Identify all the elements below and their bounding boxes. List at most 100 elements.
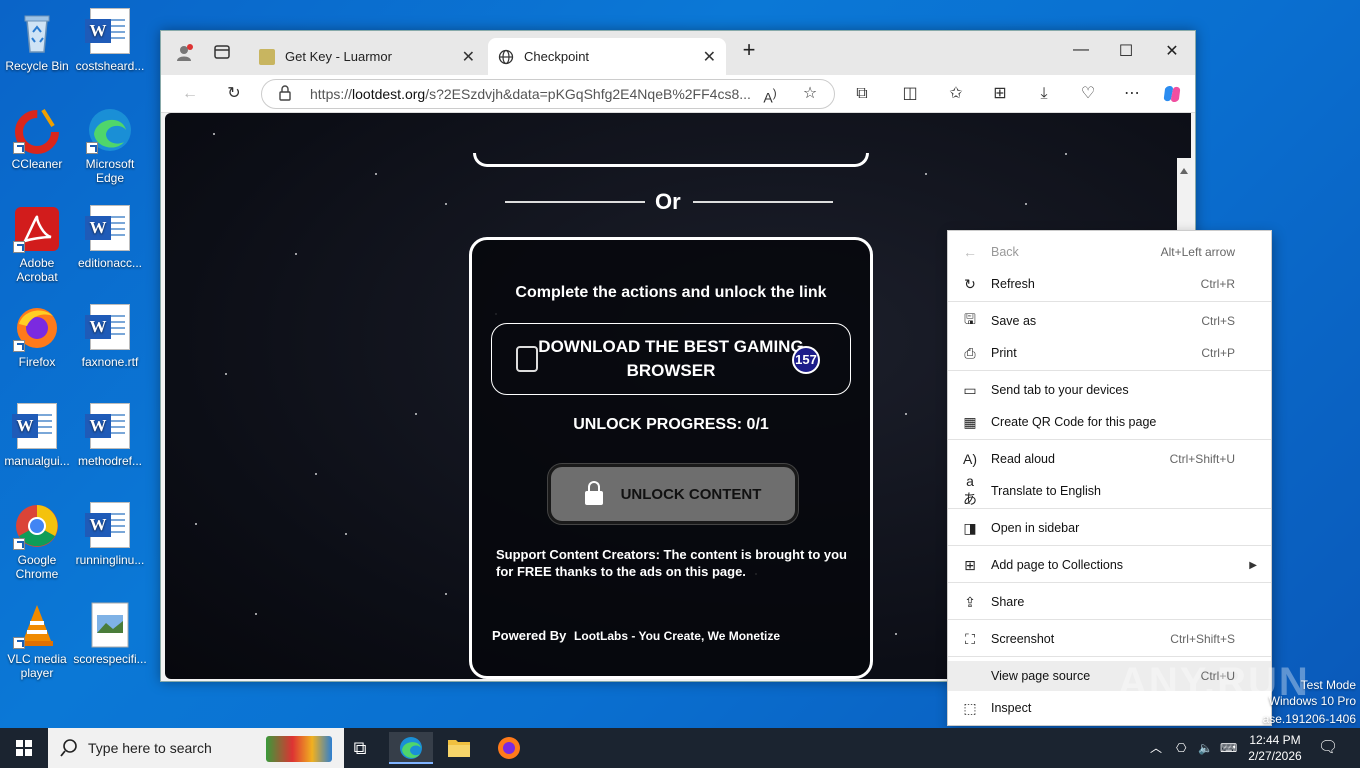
desktop-icon-scorespecifi[interactable]: scorespecifi... [73,601,147,666]
tab-actions-icon[interactable] [211,43,233,65]
menu-item-label: Back [991,245,1019,259]
new-tab-button[interactable]: + [739,37,759,63]
browser-toolbar: ← ↻ https://lootdest.org/s?2ESzdvjh&data… [161,75,1195,113]
menu-item-label: Read aloud [991,452,1055,466]
sidebar-icon: ◨ [963,519,977,536]
more-options-icon[interactable]: ⋯ [1121,83,1143,105]
menu-item-translate[interactable]: aあ Translate to English [948,473,1271,507]
shortcut-arrow-icon [86,142,98,154]
unlock-content-button[interactable]: UNLOCK CONTENT [548,464,798,524]
maximize-button[interactable]: ☐ [1116,41,1136,61]
scroll-up-icon[interactable] [1180,168,1188,174]
menu-item-shortcut: Ctrl+R [1200,277,1235,291]
desktop-icon-chrome[interactable]: Google Chrome [0,502,74,581]
menu-item-share[interactable]: ⇪ Share [948,587,1271,617]
desktop-icon-methodref[interactable]: W methodref... [73,403,147,468]
desktop-icon-acrobat[interactable]: Adobe Acrobat [0,205,74,284]
menu-item-read-aloud[interactable]: A) Read aloud Ctrl+Shift+U [948,444,1271,474]
address-bar[interactable]: https://lootdest.org/s?2ESzdvjh&data=pKG… [261,79,835,109]
edge-icon [86,106,134,154]
desktop-icon-recycle-bin[interactable]: Recycle Bin [0,8,74,73]
tray-chevron-icon[interactable]: ︿ [1150,728,1162,768]
taskbar-search[interactable]: Type here to search [48,728,344,768]
desktop-icon-costsheard[interactable]: W costsheard... [73,8,147,73]
desktop-icon-ccleaner[interactable]: CCleaner [0,106,74,171]
qr-code-icon: ▦ [963,413,977,430]
split-screen-icon[interactable]: ◫ [899,83,921,105]
lock-icon [278,80,292,108]
clock-time: 12:44 PM [1249,733,1301,747]
read-aloud-icon[interactable]: A) [759,83,781,106]
minimize-button[interactable]: — [1071,41,1091,59]
back-icon[interactable]: ← [179,83,201,105]
desktop-icon-edge[interactable]: Microsoft Edge [73,106,147,185]
shortcut-arrow-icon [13,340,25,352]
language-icon[interactable]: ⌨ [1220,728,1237,768]
browser-titlebar: Get Key - Luarmor ✕ Checkpoint ✕ + — ☐ ✕ [161,31,1195,75]
close-window-button[interactable]: ✕ [1162,41,1182,61]
refresh-icon[interactable]: ↻ [223,83,245,105]
browser-essentials-icon[interactable]: ♡ [1077,83,1099,105]
extensions-icon[interactable]: ⧉ [851,83,873,105]
desktop-icon-firefox[interactable]: Firefox [0,304,74,369]
card-title: Complete the actions and unlock the link [515,284,827,301]
downloads-icon[interactable]: ⤓ [1033,83,1055,105]
url-path: /s?2ESzdvjh&data=pKGqShfg2E4NqeB%2FF4cs8… [425,86,751,102]
file-explorer-icon[interactable] [437,732,481,764]
menu-item-shortcut: Ctrl+Shift+S [1170,632,1235,646]
desktop-icon-runninglinu[interactable]: W runninglinu... [73,502,147,567]
read-aloud-icon: A) [963,451,977,467]
tab-checkpoint[interactable]: Checkpoint ✕ [488,38,726,75]
menu-item-label: Inspect [991,701,1032,715]
close-icon[interactable]: ✕ [703,47,716,67]
menu-item-back[interactable]: ← Back Alt+Left arrow [948,237,1271,267]
search-icon [60,728,78,768]
desktop-icon-label: Recycle Bin [5,59,69,73]
menu-item-open-sidebar[interactable]: ◨ Open in sidebar [948,513,1271,543]
word-document-icon: W [85,502,134,550]
app-download-icon [516,346,538,372]
taskbar-edge-icon[interactable] [389,732,433,764]
menu-item-shortcut: Alt+Left arrow [1160,245,1235,259]
menu-item-send-tab[interactable]: ▭ Send tab to your devices [948,375,1271,405]
lootlabs-link[interactable]: LootLabs - You Create, We Monetize [574,629,780,643]
menu-item-print[interactable]: ⎙ Print Ctrl+P [948,338,1271,368]
volume-icon[interactable]: 🔈 [1198,728,1213,768]
divider [693,201,833,203]
menu-item-shortcut: Ctrl+P [1201,346,1235,360]
menu-item-refresh[interactable]: ↻ Refresh Ctrl+R [948,269,1271,299]
menu-item-label: Refresh [991,277,1035,291]
menu-item-qr-code[interactable]: ▦ Create QR Code for this page [948,407,1271,437]
support-text: Support Content Creators: The content is… [496,547,847,579]
menu-item-add-collections[interactable]: ⊞ Add page to Collections ▶ [948,550,1271,580]
shortcut-arrow-icon [13,538,25,550]
menu-separator [948,619,1271,620]
desktop-icon-faxnone[interactable]: W faxnone.rtf [73,304,147,369]
task-view-icon[interactable]: ⧉ [338,732,382,764]
notifications-icon[interactable]: 🗨 [1318,728,1338,768]
desktop-icon-manualgui[interactable]: W manualgui... [0,403,74,468]
network-icon[interactable]: ⎔ [1176,728,1186,768]
menu-item-label: Print [991,346,1017,360]
profile-icon[interactable] [173,43,195,65]
globe-icon [498,49,514,65]
tab-get-key[interactable]: Get Key - Luarmor ✕ [249,38,485,75]
taskbar-firefox-icon[interactable] [487,732,531,764]
close-icon[interactable]: ✕ [462,47,475,67]
collections-icon[interactable]: ⊞ [989,83,1011,105]
favorite-star-icon[interactable]: ☆ [799,83,821,105]
task-download-browser[interactable]: DOWNLOAD THE BEST GAMING BROWSER 157 [491,323,851,395]
start-button[interactable] [0,728,48,768]
menu-item-save-as[interactable]: 🖫 Save as Ctrl+S [948,306,1271,336]
desktop-icon-editionacc[interactable]: W editionacc... [73,205,147,270]
google-chrome-icon [13,502,61,550]
copilot-icon[interactable] [1161,83,1183,105]
menu-item-screenshot[interactable]: ⛶ Screenshot Ctrl+Shift+S [948,624,1271,654]
desktop-icon-vlc[interactable]: VLC media player [0,601,74,680]
desktop-icon-label: VLC media player [7,652,67,680]
menu-separator [948,370,1271,371]
taskbar-clock[interactable]: 12:44 PM 2/27/2026 [1240,732,1310,764]
windows-logo-icon [16,740,32,756]
favorites-icon[interactable]: ✩ [945,83,967,105]
desktop-icon-label: manualgui... [4,454,70,468]
